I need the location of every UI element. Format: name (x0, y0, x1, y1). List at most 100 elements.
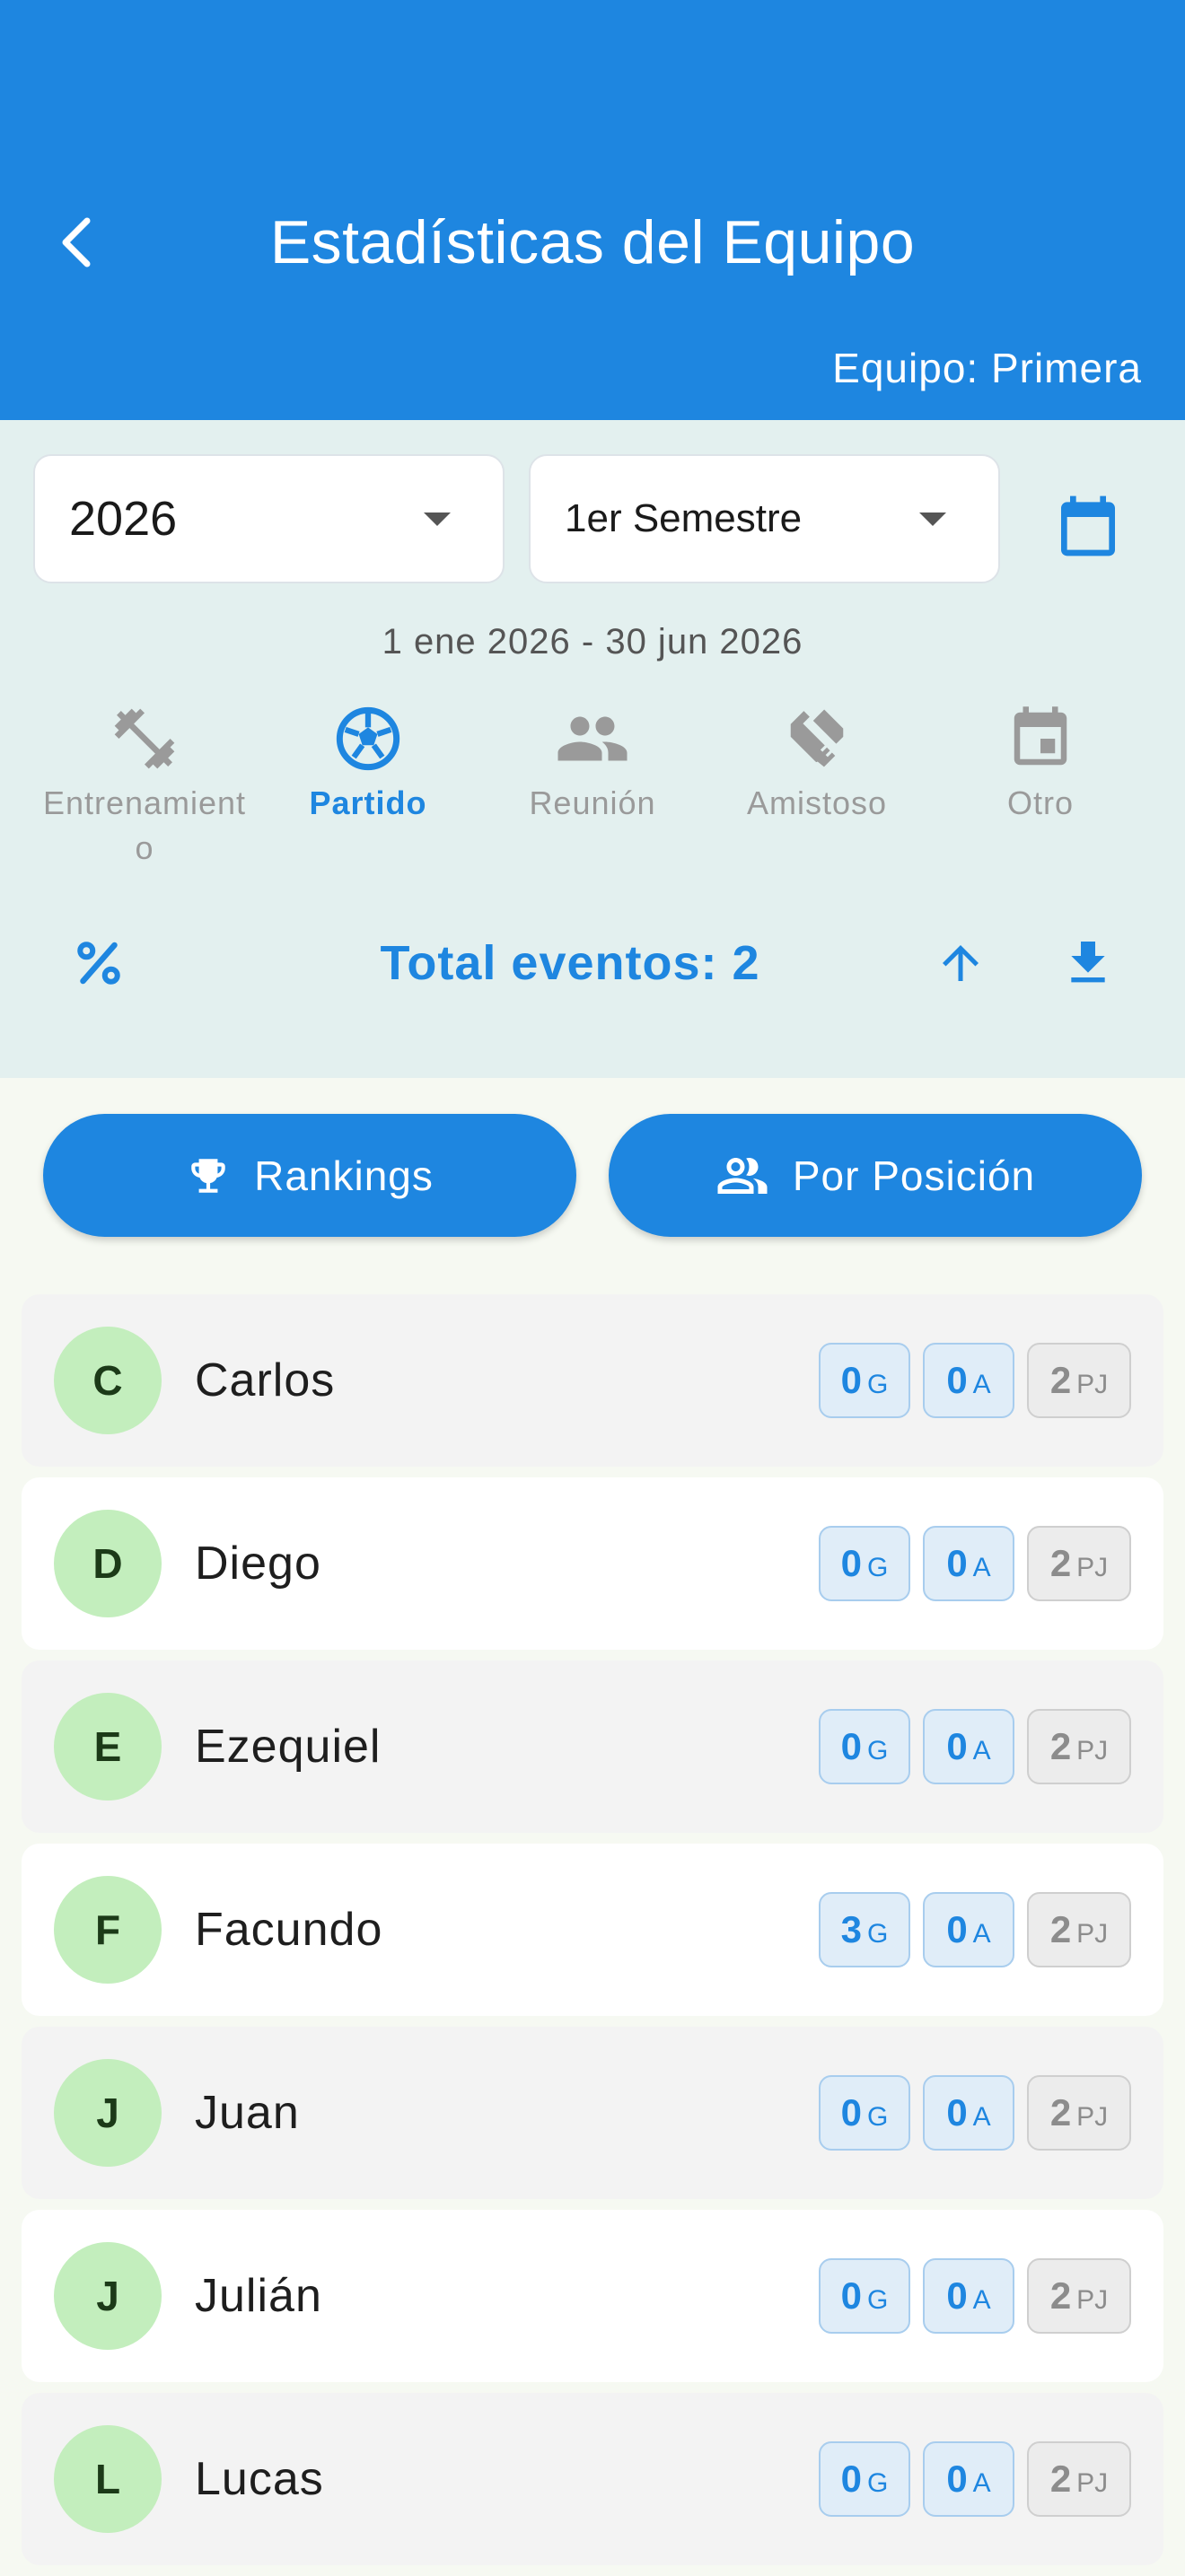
filters-panel: 2026 1er Semestre 1 ene 2026 - 30 jun 20… (0, 420, 1185, 1078)
download-button[interactable] (1052, 923, 1124, 1003)
goals-badge: 0G (819, 2441, 910, 2517)
stat-badges: 0 G 0 A 2 PJ (819, 1343, 1131, 1418)
year-value: 2026 (69, 492, 178, 546)
player-list: C Carlos 0 G 0 A 2 PJ D Diego 0 G 0 A 2 PJ E Ezequiel 0 G 0 A… (22, 1294, 1163, 2576)
stat-badges: 0 G 0 A 2 PJ (819, 2441, 1131, 2517)
goals-unit: G (867, 2102, 889, 2132)
played-badge: 2 PJ (1027, 2258, 1131, 2334)
assists-unit: A (972, 1919, 991, 1949)
goals-unit: G (867, 1736, 889, 1766)
player-row[interactable]: J Julián 0 G 0 A 2 PJ (22, 2210, 1163, 2382)
event-type-friendly[interactable]: Amistoso (705, 698, 929, 826)
goals-unit: G (867, 1370, 889, 1399)
event-type-training[interactable]: Entrenamiento (32, 698, 257, 871)
dropdown-arrow-icon (919, 512, 946, 526)
assists-value: 0 (946, 1542, 968, 1584)
played-value: 2 (1049, 2274, 1072, 2317)
played-unit: PJ (1076, 2285, 1109, 2315)
dumbbell-icon (114, 708, 175, 769)
assists-badge: 0A (923, 2075, 1014, 2151)
goals-value: 0 (840, 1542, 862, 1584)
avatar: C (54, 1327, 162, 1434)
event-type-meeting[interactable]: Reunión (480, 698, 705, 826)
assists-value: 0 (946, 1725, 968, 1767)
by-position-button[interactable]: Por Posición (609, 1114, 1142, 1237)
assists-badge: 0A (923, 2441, 1014, 2517)
event-type-match[interactable]: Partido (256, 698, 480, 826)
sort-button[interactable] (925, 923, 996, 1003)
event-type-label: Partido (309, 784, 427, 821)
played-unit: PJ (1076, 1553, 1109, 1582)
arrow-up-icon (943, 945, 979, 981)
group-icon (557, 716, 628, 761)
period-value: 1er Semestre (565, 496, 803, 540)
played-badge: 2 PJ (1027, 1343, 1131, 1418)
played-badge: 2 PJ (1027, 1709, 1131, 1784)
stat-badges: 0 G 0 A 2 PJ (819, 2258, 1131, 2334)
trophy-icon (191, 1158, 225, 1193)
period-dropdown[interactable]: 1er Semestre (529, 454, 1000, 583)
played-unit: PJ (1076, 1919, 1109, 1949)
played-value: 2 (1049, 2458, 1072, 2500)
goals-badge: 0G (819, 1526, 910, 1601)
player-row[interactable]: J Juan 0 G 0 A 2 PJ (22, 2027, 1163, 2199)
played-unit: PJ (1076, 2102, 1109, 2132)
goals-unit: G (867, 2468, 889, 2498)
dropdown-arrow-icon (424, 512, 451, 526)
assists-value: 0 (946, 1908, 968, 1950)
player-row[interactable]: L Lucas 0 G 0 A 2 PJ (22, 2393, 1163, 2565)
played-unit: PJ (1076, 1736, 1109, 1766)
goals-value: 0 (840, 2458, 862, 2500)
calendar-event-icon (1014, 706, 1067, 766)
avatar: L (54, 2425, 162, 2533)
assists-value: 0 (946, 2091, 968, 2134)
event-type-other[interactable]: Otro (928, 698, 1153, 826)
goals-badge: 0G (819, 2075, 910, 2151)
assists-unit: A (972, 2468, 991, 2498)
assists-unit: A (972, 1553, 991, 1582)
player-name: Julián (195, 2270, 322, 2322)
goals-unit: G (867, 1919, 889, 1949)
date-picker-button[interactable] (1052, 490, 1124, 562)
rankings-button[interactable]: Rankings (43, 1114, 576, 1237)
totals-bar: Total eventos: 2 (0, 923, 1185, 1003)
goals-unit: G (867, 2285, 889, 2315)
played-value: 2 (1049, 1359, 1072, 1401)
group-icon (717, 1157, 768, 1194)
team-label: Equipo: Primera (832, 345, 1142, 391)
page-title: Estadísticas del Equipo (269, 208, 916, 276)
player-name: Juan (195, 2087, 300, 2139)
played-badge: 2 PJ (1027, 2075, 1131, 2151)
assists-unit: A (972, 1736, 991, 1766)
goals-badge: 0G (819, 2258, 910, 2334)
by-position-label: Por Posición (792, 1152, 1036, 1199)
stat-badges: 0 G 0 A 2 PJ (819, 1526, 1131, 1601)
rankings-label: Rankings (254, 1152, 434, 1199)
assists-badge: 0A (923, 1526, 1014, 1601)
calendar-icon (1061, 495, 1115, 556)
event-type-selector: Entrenamiento Partido Reunión Amistoso O… (0, 698, 1185, 866)
player-row[interactable]: D Diego 0 G 0 A 2 PJ (22, 1477, 1163, 1650)
event-type-label: Amistoso (746, 784, 888, 821)
year-dropdown[interactable]: 2026 (33, 454, 505, 583)
event-type-label: Otro (1006, 784, 1074, 821)
player-name: Ezequiel (195, 1721, 382, 1773)
played-unit: PJ (1076, 2468, 1109, 2498)
event-type-label: Reunión (529, 784, 656, 821)
download-icon (1071, 942, 1105, 983)
player-name: Carlos (195, 1354, 336, 1406)
player-row[interactable]: E Ezequiel 0 G 0 A 2 PJ (22, 1660, 1163, 1833)
player-name: Lucas (195, 2453, 324, 2505)
goals-value: 0 (840, 1725, 862, 1767)
avatar: F (54, 1876, 162, 1984)
assists-badge: 0A (923, 1343, 1014, 1418)
assists-unit: A (972, 1370, 991, 1399)
assists-value: 0 (946, 2274, 968, 2317)
assists-unit: A (972, 2285, 991, 2315)
player-row[interactable]: F Facundo 3 G 0 A 2 PJ (22, 1844, 1163, 2016)
goals-badge: 0G (819, 1709, 910, 1784)
player-row[interactable]: C Carlos 0 G 0 A 2 PJ (22, 1294, 1163, 1467)
played-badge: 2 PJ (1027, 1526, 1131, 1601)
assists-unit: A (972, 2102, 991, 2132)
played-value: 2 (1049, 2091, 1072, 2134)
